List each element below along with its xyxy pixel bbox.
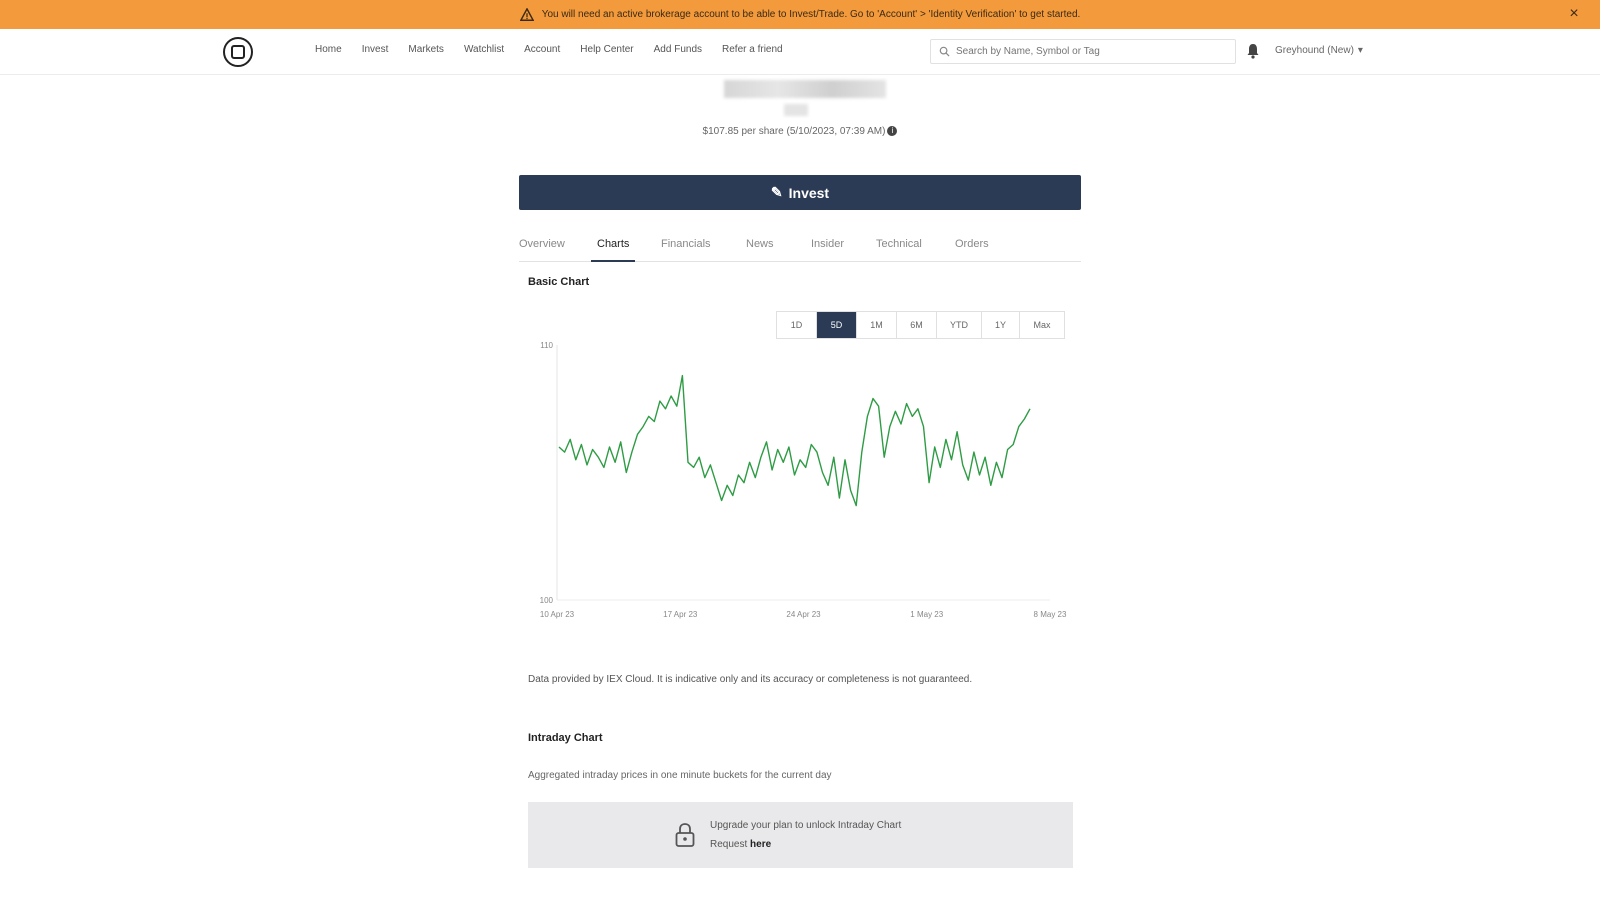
info-icon[interactable]: i bbox=[887, 126, 898, 136]
request-line: Request here bbox=[710, 839, 901, 850]
x-tick-label: 1 May 23 bbox=[910, 610, 943, 619]
x-tick-label: 24 Apr 23 bbox=[786, 610, 821, 619]
close-icon[interactable]: × bbox=[1566, 6, 1582, 22]
nav-links: Home Invest Markets Watchlist Account He… bbox=[315, 44, 803, 55]
tab-overview[interactable]: Overview bbox=[519, 238, 565, 262]
nav-link-watchlist[interactable]: Watchlist bbox=[464, 44, 504, 55]
intraday-chart-title: Intraday Chart bbox=[528, 732, 603, 744]
range-ytd[interactable]: YTD bbox=[937, 312, 982, 338]
chevron-down-icon: ▾ bbox=[1357, 45, 1363, 56]
search-icon bbox=[939, 46, 950, 57]
nav-link-refer-a-friend[interactable]: Refer a friend bbox=[722, 44, 783, 55]
price-series-line bbox=[558, 374, 1031, 507]
price-line: $107.85 per share (5/10/2023, 07:39 AM) i bbox=[0, 126, 1600, 137]
nav-link-account[interactable]: Account bbox=[524, 44, 560, 55]
tab-insider[interactable]: Insider bbox=[811, 238, 844, 262]
range-1d[interactable]: 1D bbox=[777, 312, 817, 338]
invest-label: Invest bbox=[788, 184, 830, 201]
stock-tabs: Overview Charts Financials News Insider … bbox=[519, 234, 1081, 262]
tab-financials[interactable]: Financials bbox=[661, 238, 711, 262]
x-tick-label: 8 May 23 bbox=[1034, 610, 1067, 619]
tab-technical[interactable]: Technical bbox=[876, 238, 922, 262]
x-tick-label: 10 Apr 23 bbox=[540, 610, 575, 619]
logo[interactable] bbox=[223, 37, 253, 67]
nav-link-home[interactable]: Home bbox=[315, 44, 342, 55]
tab-orders[interactable]: Orders bbox=[955, 238, 989, 262]
price-text: $107.85 per share (5/10/2023, 07:39 AM) bbox=[702, 126, 886, 137]
stock-name-redacted bbox=[724, 80, 886, 98]
upgrade-panel: Upgrade your plan to unlock Intraday Cha… bbox=[528, 802, 1073, 868]
nav-link-add-funds[interactable]: Add Funds bbox=[654, 44, 702, 55]
request-here-link[interactable]: here bbox=[750, 839, 771, 850]
range-selector: 1D 5D 1M 6M YTD 1Y Max bbox=[776, 311, 1065, 339]
search-input[interactable] bbox=[956, 46, 1216, 57]
y-tick-label: 100 bbox=[540, 596, 554, 605]
basic-chart-title: Basic Chart bbox=[528, 276, 590, 288]
intraday-description: Aggregated intraday prices in one minute… bbox=[528, 770, 832, 781]
upgrade-text: Upgrade your plan to unlock Intraday Cha… bbox=[710, 820, 902, 831]
y-tick-label: 110 bbox=[540, 341, 553, 350]
nav-link-invest[interactable]: Invest bbox=[362, 44, 389, 55]
notice-banner: You will need an active brokerage accoun… bbox=[0, 0, 1600, 29]
user-menu[interactable]: Greyhound (New) ▾ bbox=[1275, 45, 1363, 56]
range-max[interactable]: Max bbox=[1020, 312, 1064, 338]
lock-icon bbox=[675, 823, 695, 847]
data-disclaimer: Data provided by IEX Cloud. It is indica… bbox=[528, 674, 973, 685]
range-1m[interactable]: 1M bbox=[857, 312, 897, 338]
x-tick-label: 17 Apr 23 bbox=[663, 610, 698, 619]
top-navigation: Home Invest Markets Watchlist Account He… bbox=[0, 29, 1600, 75]
range-1y[interactable]: 1Y bbox=[982, 312, 1020, 338]
invest-button[interactable]: ✎ Invest bbox=[519, 175, 1081, 210]
tab-charts[interactable]: Charts bbox=[591, 238, 636, 262]
pencil-icon: ✎ bbox=[770, 184, 783, 200]
bell-icon[interactable] bbox=[1246, 43, 1260, 59]
banner-text: You will need an active brokerage accoun… bbox=[541, 9, 1081, 20]
price-chart: 110 100 10 Apr 23 17 Apr 23 24 Apr 23 1 May 2… bbox=[540, 341, 1067, 619]
request-prefix: Request bbox=[710, 839, 748, 850]
nav-link-help-center[interactable]: Help Center bbox=[580, 44, 633, 55]
range-5d[interactable]: 5D bbox=[817, 312, 857, 338]
tab-news[interactable]: News bbox=[746, 238, 774, 262]
user-name: Greyhound (New) bbox=[1275, 45, 1354, 56]
nav-link-markets[interactable]: Markets bbox=[408, 44, 444, 55]
range-6m[interactable]: 6M bbox=[897, 312, 937, 338]
warning-icon bbox=[519, 7, 534, 21]
search-box[interactable] bbox=[930, 39, 1236, 64]
stock-symbol-redacted bbox=[784, 104, 808, 116]
